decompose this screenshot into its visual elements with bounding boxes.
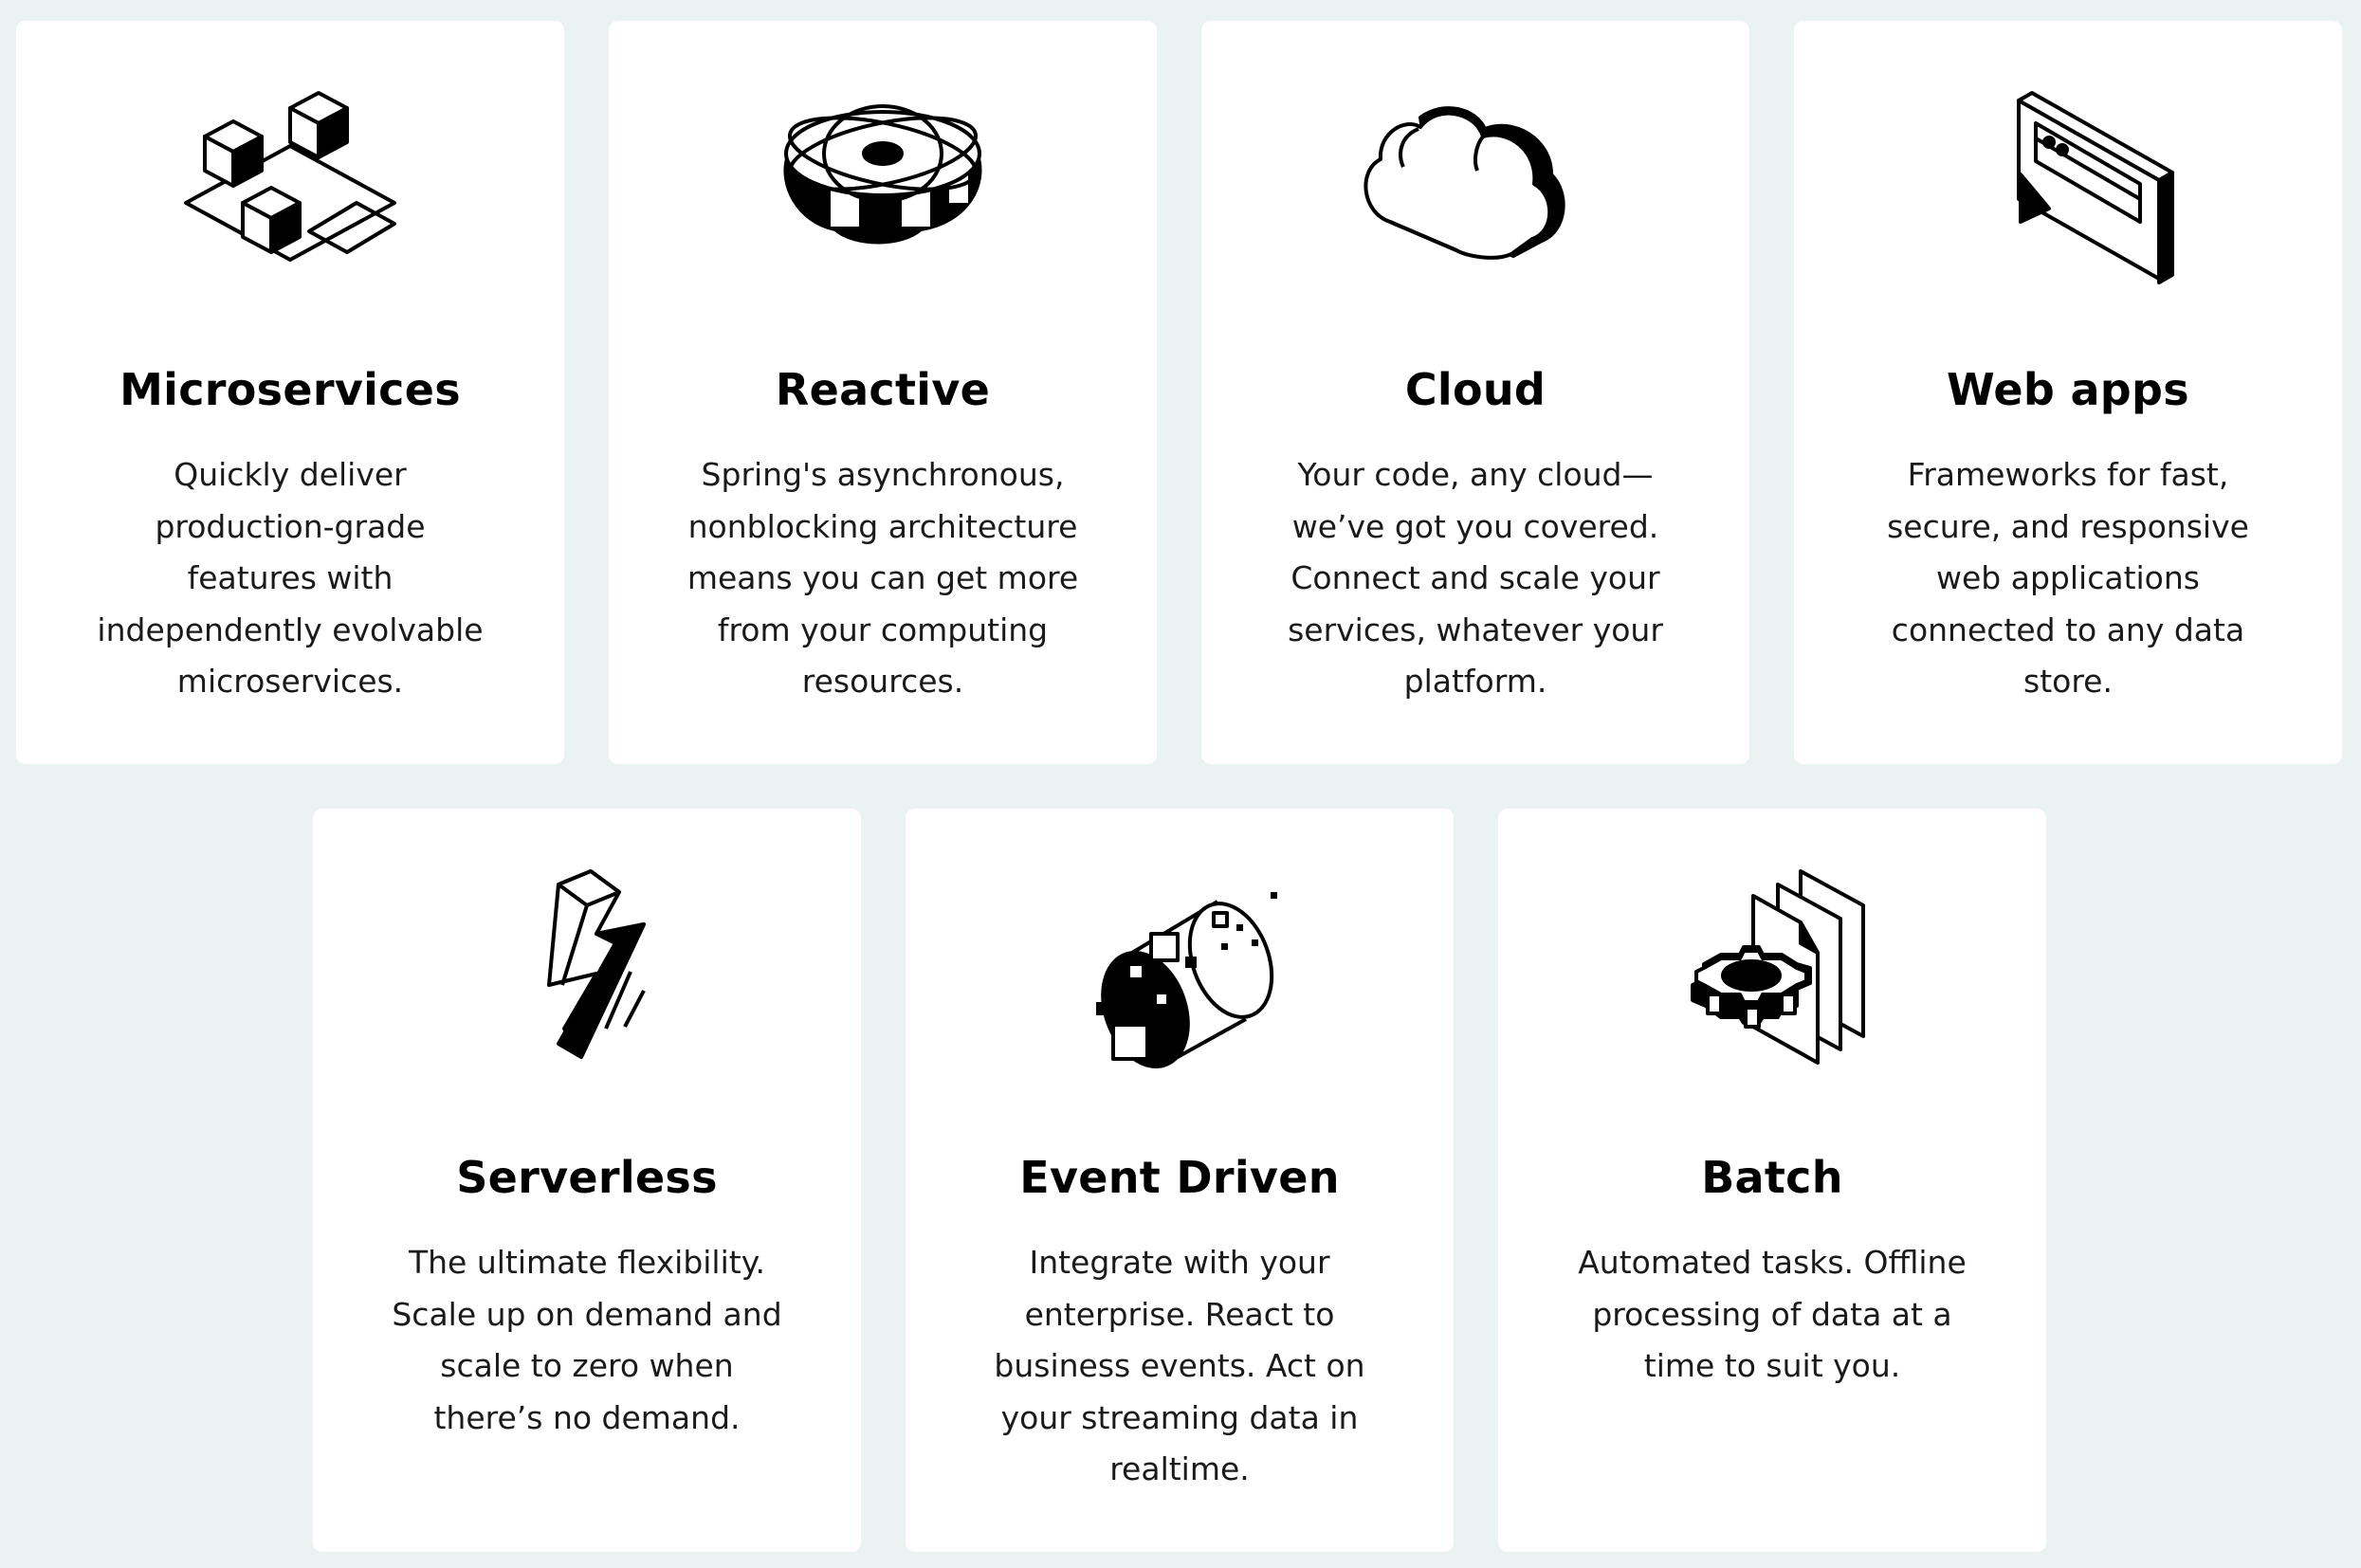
description-line: The ultimate flexibility. — [408, 1244, 766, 1281]
description-line: platform. — [1403, 663, 1547, 700]
description-line: Quickly deliver — [174, 456, 407, 493]
card-title: Cloud — [1404, 364, 1547, 415]
lightning-bolt-icon — [464, 867, 710, 1095]
card-description: Frameworks for fast, secure, and respons… — [1860, 449, 2276, 708]
description-line: production-grade — [155, 507, 426, 545]
description-line: realtime. — [1109, 1450, 1250, 1487]
description-line: enterprise. React to — [1024, 1295, 1335, 1333]
card-title: Reactive — [775, 364, 991, 415]
card-description: Spring's asynchronous, nonblocking archi… — [675, 449, 1090, 708]
description-line: time to suit you. — [1643, 1347, 1901, 1384]
description-line: features with — [187, 559, 394, 596]
description-line: scale to zero when — [440, 1347, 734, 1384]
card-event-driven[interactable]: Event Driven Integrate with your enterpr… — [906, 809, 1454, 1552]
card-batch[interactable]: Batch Automated tasks. Offline processin… — [1498, 809, 2046, 1552]
description-line: Frameworks for fast, — [1907, 456, 2229, 493]
description-line: Spring's asynchronous, — [701, 456, 1065, 493]
description-line: independently evolvable — [97, 611, 484, 648]
card-title: Web apps — [1947, 364, 2189, 415]
description-line: your streaming data in — [1000, 1398, 1359, 1436]
description-line: store. — [2023, 663, 2113, 700]
card-description: Integrate with your enterprise. React to… — [972, 1237, 1387, 1496]
card-title: Serverless — [456, 1152, 718, 1203]
description-line: Your code, any cloud— — [1297, 456, 1654, 493]
card-title: Event Driven — [1019, 1152, 1340, 1203]
card-description: Your code, any cloud— we’ve got you cove… — [1268, 449, 1683, 708]
cloud-icon — [1352, 80, 1599, 307]
card-web-apps[interactable]: Web apps Frameworks for fast, secure, an… — [1794, 21, 2342, 764]
description-line: Scale up on demand and — [392, 1295, 782, 1333]
microservices-cubes-icon — [167, 80, 413, 307]
description-line: Integrate with your — [1029, 1244, 1330, 1281]
description-line: resources. — [801, 663, 964, 700]
reactive-atom-icon — [760, 80, 1006, 307]
gear-documents-icon — [1649, 867, 1895, 1095]
description-line: connected to any data — [1891, 611, 2245, 648]
web-browser-window-icon — [1945, 80, 2191, 307]
card-description: Automated tasks. Offline processing of d… — [1565, 1237, 1980, 1393]
description-line: Connect and scale your — [1290, 559, 1660, 596]
description-line: there’s no demand. — [433, 1398, 741, 1436]
card-reactive[interactable]: Reactive Spring's asynchronous, nonblock… — [609, 21, 1157, 764]
description-line: processing of data at a — [1592, 1295, 1952, 1333]
description-line: we’ve got you covered. — [1291, 507, 1659, 545]
card-serverless[interactable]: Serverless The ultimate flexibility. Sca… — [313, 809, 861, 1552]
card-cloud[interactable]: Cloud Your code, any cloud— we’ve got yo… — [1201, 21, 1749, 764]
card-description: Quickly deliver production-grade feature… — [82, 449, 498, 708]
card-microservices[interactable]: Microservices Quickly deliver production… — [16, 21, 564, 764]
description-line: microservices. — [176, 663, 404, 700]
card-description: The ultimate flexibility. Scale up on de… — [379, 1237, 795, 1444]
card-title: Batch — [1701, 1152, 1843, 1203]
description-line: services, whatever your — [1288, 611, 1663, 648]
description-line: web applications — [1936, 559, 2200, 596]
event-stream-cylinder-icon — [1056, 867, 1303, 1095]
description-line: business events. Act on — [994, 1347, 1365, 1384]
description-line: means you can get more — [686, 559, 1079, 596]
card-title: Microservices — [119, 364, 461, 415]
description-line: Automated tasks. Offline — [1578, 1244, 1967, 1281]
description-line: from your computing — [717, 611, 1049, 648]
description-line: secure, and responsive — [1887, 507, 2249, 545]
description-line: nonblocking architecture — [687, 507, 1078, 545]
